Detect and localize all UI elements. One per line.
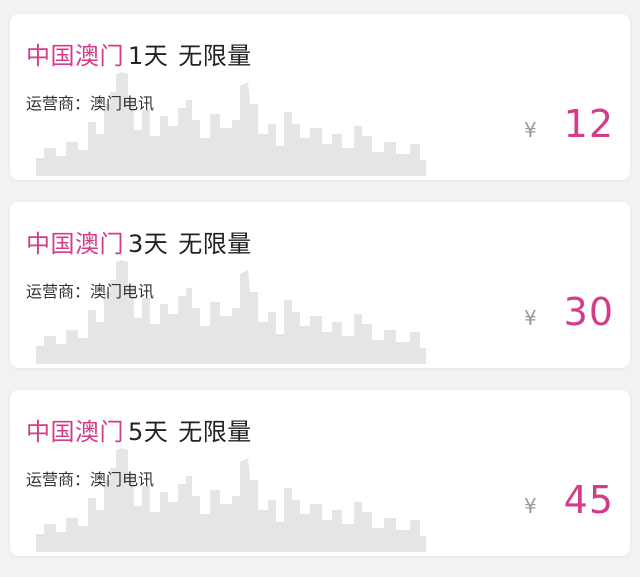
plan-title: 中国澳门 3天 无限量 xyxy=(26,224,252,259)
currency-symbol: ¥ xyxy=(524,306,537,330)
plan-price: 12 xyxy=(563,102,614,146)
plan-duration: 5天 xyxy=(128,418,169,446)
skyline-icon xyxy=(36,260,426,364)
plan-card-1-day[interactable]: 中国澳门 1天 无限量 运营商：澳门电讯 ¥ 12 xyxy=(10,14,630,180)
plan-data-type: 无限量 xyxy=(178,418,252,446)
plan-region: 中国澳门 xyxy=(26,418,124,446)
plan-data-type: 无限量 xyxy=(178,230,252,258)
currency-symbol: ¥ xyxy=(524,494,537,518)
operator-label: 运营商： xyxy=(26,470,91,489)
plan-title: 中国澳门 1天 无限量 xyxy=(26,36,252,71)
operator-label: 运营商： xyxy=(26,94,91,113)
operator-name: 澳门电讯 xyxy=(90,94,155,113)
plan-duration: 1天 xyxy=(128,42,169,70)
plan-card-5-day[interactable]: 中国澳门 5天 无限量 运营商：澳门电讯 ¥ 45 xyxy=(10,390,630,556)
currency-symbol: ¥ xyxy=(524,118,537,142)
plan-region: 中国澳门 xyxy=(26,42,124,70)
operator-info: 运营商：澳门电讯 xyxy=(26,90,154,114)
plan-duration: 3天 xyxy=(128,230,169,258)
skyline-icon xyxy=(36,448,426,552)
plan-price: 30 xyxy=(563,290,614,334)
plan-list: 中国澳门 1天 无限量 运营商：澳门电讯 ¥ 12 中国澳门 3天 无限量 运营商：澳门… xyxy=(0,0,640,577)
skyline-icon xyxy=(36,72,426,176)
operator-name: 澳门电讯 xyxy=(90,470,155,489)
plan-price: 45 xyxy=(563,478,614,522)
operator-name: 澳门电讯 xyxy=(90,282,155,301)
plan-title: 中国澳门 5天 无限量 xyxy=(26,412,252,447)
plan-card-3-day[interactable]: 中国澳门 3天 无限量 运营商：澳门电讯 ¥ 30 xyxy=(10,202,630,368)
operator-info: 运营商：澳门电讯 xyxy=(26,278,154,302)
operator-info: 运营商：澳门电讯 xyxy=(26,466,154,490)
plan-data-type: 无限量 xyxy=(178,42,252,70)
plan-region: 中国澳门 xyxy=(26,230,124,258)
operator-label: 运营商： xyxy=(26,282,91,301)
